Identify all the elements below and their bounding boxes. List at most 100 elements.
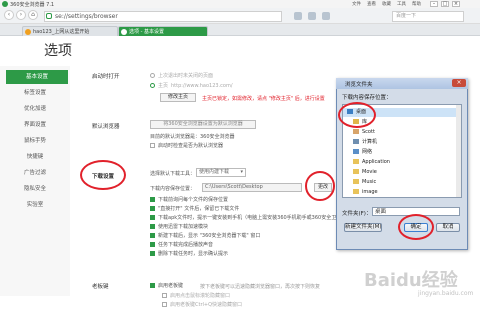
forward-icon[interactable]: › — [16, 10, 26, 20]
new-folder-button[interactable]: 新建文件夹(M) — [344, 223, 382, 232]
folder-icon — [353, 189, 359, 194]
browser-logo-icon — [2, 1, 8, 7]
default-browser-note: 目前的默认浏览器是：360安全浏览器 — [150, 134, 235, 140]
download-option[interactable]: 删除下载任务时，显示确认提示 — [150, 250, 228, 257]
boss-key-option[interactable]: 启用老板键 — [150, 282, 183, 289]
download-option[interactable]: 使用迅雷下载加速模块 — [150, 223, 208, 230]
checkbox-icon[interactable] — [162, 293, 167, 298]
download-option[interactable]: 任务下载完成后播放声音 — [150, 241, 213, 248]
baidu-watermark-url: jingyan.baidu.com — [418, 290, 474, 297]
minimize-button[interactable]: – — [430, 1, 438, 7]
radio-icon[interactable] — [150, 73, 155, 78]
toolbar-icons — [294, 12, 330, 20]
menu-file[interactable]: 文件 — [352, 1, 361, 7]
extension-icon[interactable] — [322, 12, 330, 20]
tab-settings[interactable]: 选项 - 基本设置 — [118, 26, 208, 36]
folder-label: 文件夹(F)： — [342, 211, 372, 217]
download-path-field[interactable]: C:\Users\Scott\Desktop — [202, 183, 302, 192]
page-title: 选项 — [44, 43, 72, 59]
tree-item-user[interactable]: Scott — [343, 128, 461, 137]
download-option[interactable]: "直接打开" 文件后，保留已下载文件 — [150, 205, 239, 212]
boss-key-sub-option[interactable]: 启用老板键Ctrl+Q快速隐藏窗口 — [162, 301, 242, 308]
tree-scrollbar[interactable] — [456, 105, 461, 197]
tree-item-folder[interactable]: Application — [343, 158, 461, 167]
annotation-circle-change — [305, 171, 335, 201]
download-option[interactable]: 新建下载后，显示 "360安全浏览器下载" 窗口 — [150, 232, 260, 239]
back-icon[interactable]: ‹ — [4, 10, 14, 20]
modify-home-button[interactable]: 修改主页 — [160, 93, 196, 102]
download-path-label: 下载内容保存位置： — [150, 186, 196, 192]
sidebar-item-optimize[interactable]: 优化加速 — [0, 102, 70, 116]
check-default-option[interactable]: 启动时检查是否为默认浏览器 — [150, 142, 223, 149]
annotation-circle-ok — [398, 214, 434, 240]
user-folder-icon — [353, 129, 359, 134]
tree-item-computer[interactable]: 计算机 — [343, 138, 461, 147]
sidebar-item-tabs[interactable]: 标签设置 — [0, 86, 70, 100]
annotation-circle-download — [80, 160, 126, 190]
set-default-button[interactable]: 将360安全浏览器设置为默认浏览器 — [150, 120, 256, 129]
menu-view[interactable]: 查看 — [367, 1, 376, 7]
radio-icon[interactable] — [150, 83, 155, 88]
url-input[interactable]: se://settings/browser — [44, 11, 282, 22]
tab-label: 选项 - 基本设置 — [129, 29, 164, 35]
sidebar-item-lab[interactable]: 实验室 — [0, 198, 70, 212]
checkbox-icon[interactable] — [162, 302, 167, 307]
hao123-icon — [25, 29, 31, 35]
menu-help[interactable]: 帮助 — [412, 1, 421, 7]
checkbox-icon[interactable] — [150, 283, 155, 288]
favorite-icon[interactable] — [308, 12, 316, 20]
computer-icon — [353, 139, 359, 144]
startup-option-home[interactable]: 主页 http://www.hao123.com/ — [150, 82, 233, 89]
settings-tab-icon — [121, 29, 127, 35]
checkbox-icon[interactable] — [150, 197, 155, 202]
maximize-button[interactable]: □ — [441, 1, 449, 7]
checkbox-icon[interactable] — [150, 242, 155, 247]
home-lock-note: 主页已锁定，如需修改，请点 "修改主页" 后，进行设置 — [202, 96, 325, 102]
download-tool-select[interactable]: 使用内建下载 ▾ — [196, 168, 246, 177]
download-option[interactable]: 下载apk文件时，提示一键安装到手机（电脑上需安装360手机助手或360安全卫士… — [150, 214, 346, 221]
checkbox-icon[interactable] — [150, 206, 155, 211]
checkbox-icon[interactable] — [150, 215, 155, 220]
baidu-watermark: Baidu经验 — [364, 270, 458, 291]
window-menu: 文件 查看 收藏 工具 帮助 — [352, 1, 421, 7]
dialog-title: 浏览文件夹 — [345, 82, 373, 88]
boss-key-note: 按下老板键可以迅速隐藏浏览器窗口，再次按下则恢复 — [200, 284, 321, 290]
startup-option-last[interactable]: 上次退出时未关闭的页面 — [150, 72, 213, 79]
tree-item-folder[interactable]: Music — [343, 178, 461, 187]
menu-favorites[interactable]: 收藏 — [382, 1, 391, 7]
cancel-button[interactable]: 取消 — [436, 223, 460, 232]
dialog-close-icon[interactable]: × — [452, 79, 466, 87]
tree-item-folder[interactable]: Movie — [343, 168, 461, 177]
refresh-icon[interactable] — [294, 12, 302, 20]
checkbox-icon[interactable] — [150, 233, 155, 238]
sidebar-item-adblock[interactable]: 广告过滤 — [0, 166, 70, 180]
checkbox-icon[interactable] — [150, 251, 155, 256]
dialog-prompt: 下载内容保存位置： — [342, 95, 392, 101]
tab-hao123[interactable]: hao123_上网从这里开始 — [22, 26, 118, 36]
sidebar-item-shortcuts[interactable]: 快捷键 — [0, 150, 70, 164]
download-option[interactable]: 下载前询问每个文件的保存位置 — [150, 196, 228, 203]
settings-sidebar: 基本设置 标签设置 优化加速 界面设置 鼠标手势 快捷键 广告过滤 隐私安全 实… — [0, 66, 70, 296]
checkbox-icon[interactable] — [150, 224, 155, 229]
window-controls: – □ × — [430, 1, 460, 7]
tree-item-folder[interactable]: image — [343, 188, 461, 197]
tab-label: hao123_上网从这里开始 — [33, 29, 90, 35]
sidebar-item-basic[interactable]: 基本设置 — [6, 70, 68, 84]
close-button[interactable]: × — [452, 1, 460, 7]
folder-icon — [353, 159, 359, 164]
network-icon — [353, 149, 359, 154]
tree-item-network[interactable]: 网络 — [343, 148, 461, 157]
home-icon[interactable]: ⌂ — [28, 10, 38, 20]
folder-icon — [353, 179, 359, 184]
menu-tools[interactable]: 工具 — [397, 1, 406, 7]
boss-key-sub-option[interactable]: 启用点击鼠标滚轮隐藏窗口 — [162, 292, 230, 299]
boss-key-label: 老板键 — [92, 284, 109, 290]
checkbox-icon[interactable] — [150, 143, 155, 148]
annotation-circle-desktop — [338, 102, 376, 128]
sidebar-item-privacy[interactable]: 隐私安全 — [0, 182, 70, 196]
sidebar-item-gestures[interactable]: 鼠标手势 — [0, 134, 70, 148]
sidebar-item-interface[interactable]: 界面设置 — [0, 118, 70, 132]
lock-icon — [46, 13, 52, 19]
window-title: 360安全浏览器 7.1 — [10, 2, 55, 8]
search-input[interactable]: 百度一下 — [392, 11, 464, 22]
